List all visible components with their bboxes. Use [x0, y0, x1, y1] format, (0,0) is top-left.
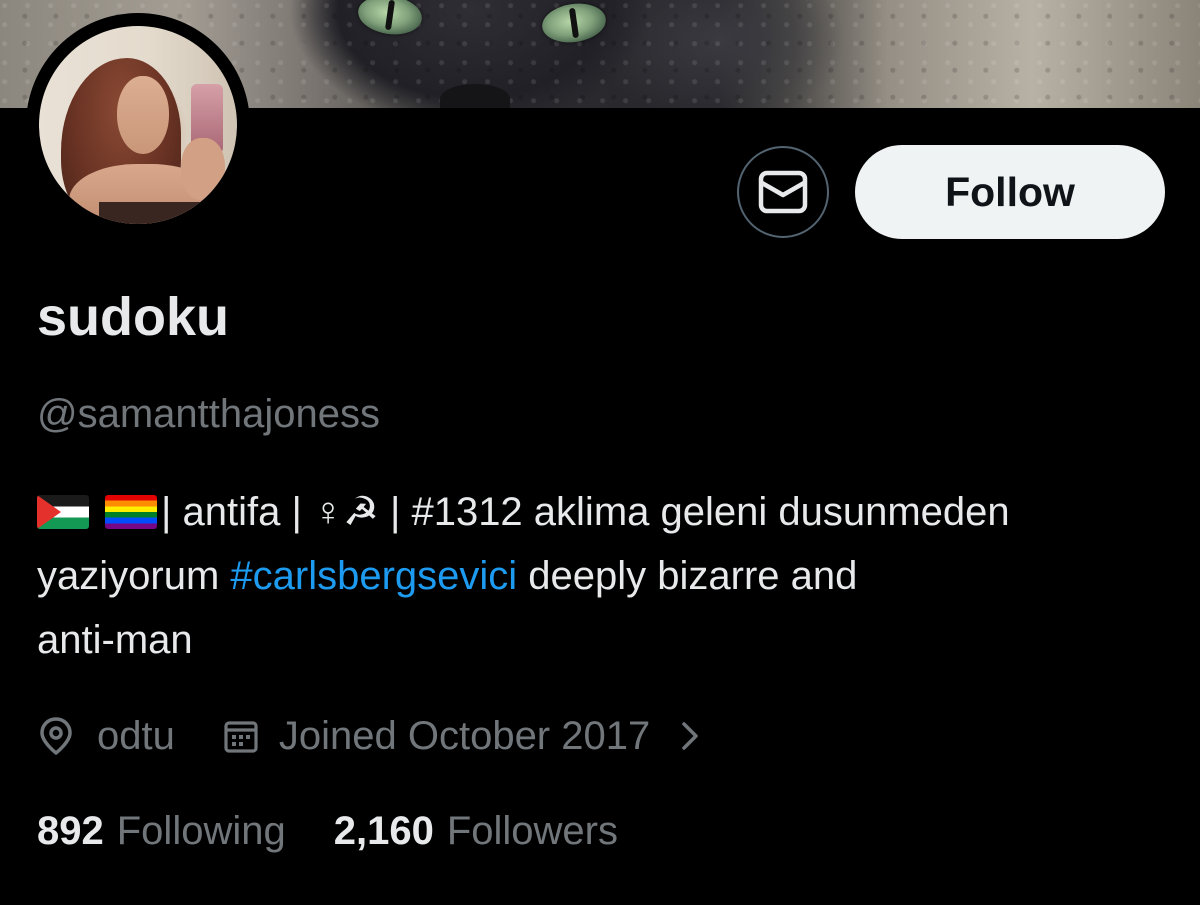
calendar-icon [224, 721, 258, 753]
following-label: Following [116, 808, 286, 853]
chevron-right-icon[interactable] [680, 721, 700, 751]
message-button[interactable] [737, 146, 829, 238]
display-name: sudoku [37, 287, 230, 347]
avatar[interactable] [26, 13, 250, 237]
envelope-icon [758, 170, 808, 214]
follow-button[interactable]: Follow [855, 145, 1165, 239]
map-pin-icon [40, 717, 72, 755]
bio-text-2-suffix: deeply bizarre and [517, 554, 858, 598]
location-item: odtu [37, 714, 175, 759]
avatar-photo [39, 26, 237, 224]
bio-line-2: yaziyorum #carlsbergsevici deeply bizarr… [37, 544, 1177, 608]
avatar-face [117, 76, 169, 154]
profile-meta: odtu Joined October 2017 [37, 706, 700, 766]
hashtag-link[interactable]: #carlsbergsevici [230, 554, 517, 598]
avatar-hand [181, 138, 225, 200]
bio-line-1: | antifa | ♀☭ | #1312 aklima geleni dusu… [37, 480, 1177, 544]
followers-link[interactable]: 2,160 Followers [334, 809, 618, 854]
following-count: 892 [37, 808, 104, 853]
bio-line-3: anti-man [37, 618, 193, 662]
palestine-flag-emoji [37, 495, 89, 529]
rainbow-flag-emoji [105, 495, 157, 529]
following-link[interactable]: 892 Following [37, 809, 286, 854]
followers-label: Followers [446, 808, 618, 853]
location-text: odtu [97, 713, 175, 758]
bio-text-2-prefix: yaziyorum [37, 554, 231, 598]
joined-item: Joined October 2017 [175, 714, 700, 759]
joined-text: Joined October 2017 [278, 713, 651, 758]
follow-stats: 892 Following 2,160 Followers [37, 800, 618, 862]
profile-bio: | antifa | ♀☭ | #1312 aklima geleni dusu… [37, 480, 1177, 672]
followers-count: 2,160 [333, 808, 434, 853]
bio-text-1: | antifa | ♀☭ | #1312 aklima geleni dusu… [161, 490, 1010, 534]
avatar-clothing [99, 202, 209, 224]
username-handle: @samantthajoness [37, 392, 381, 436]
cat-nose [440, 84, 510, 108]
